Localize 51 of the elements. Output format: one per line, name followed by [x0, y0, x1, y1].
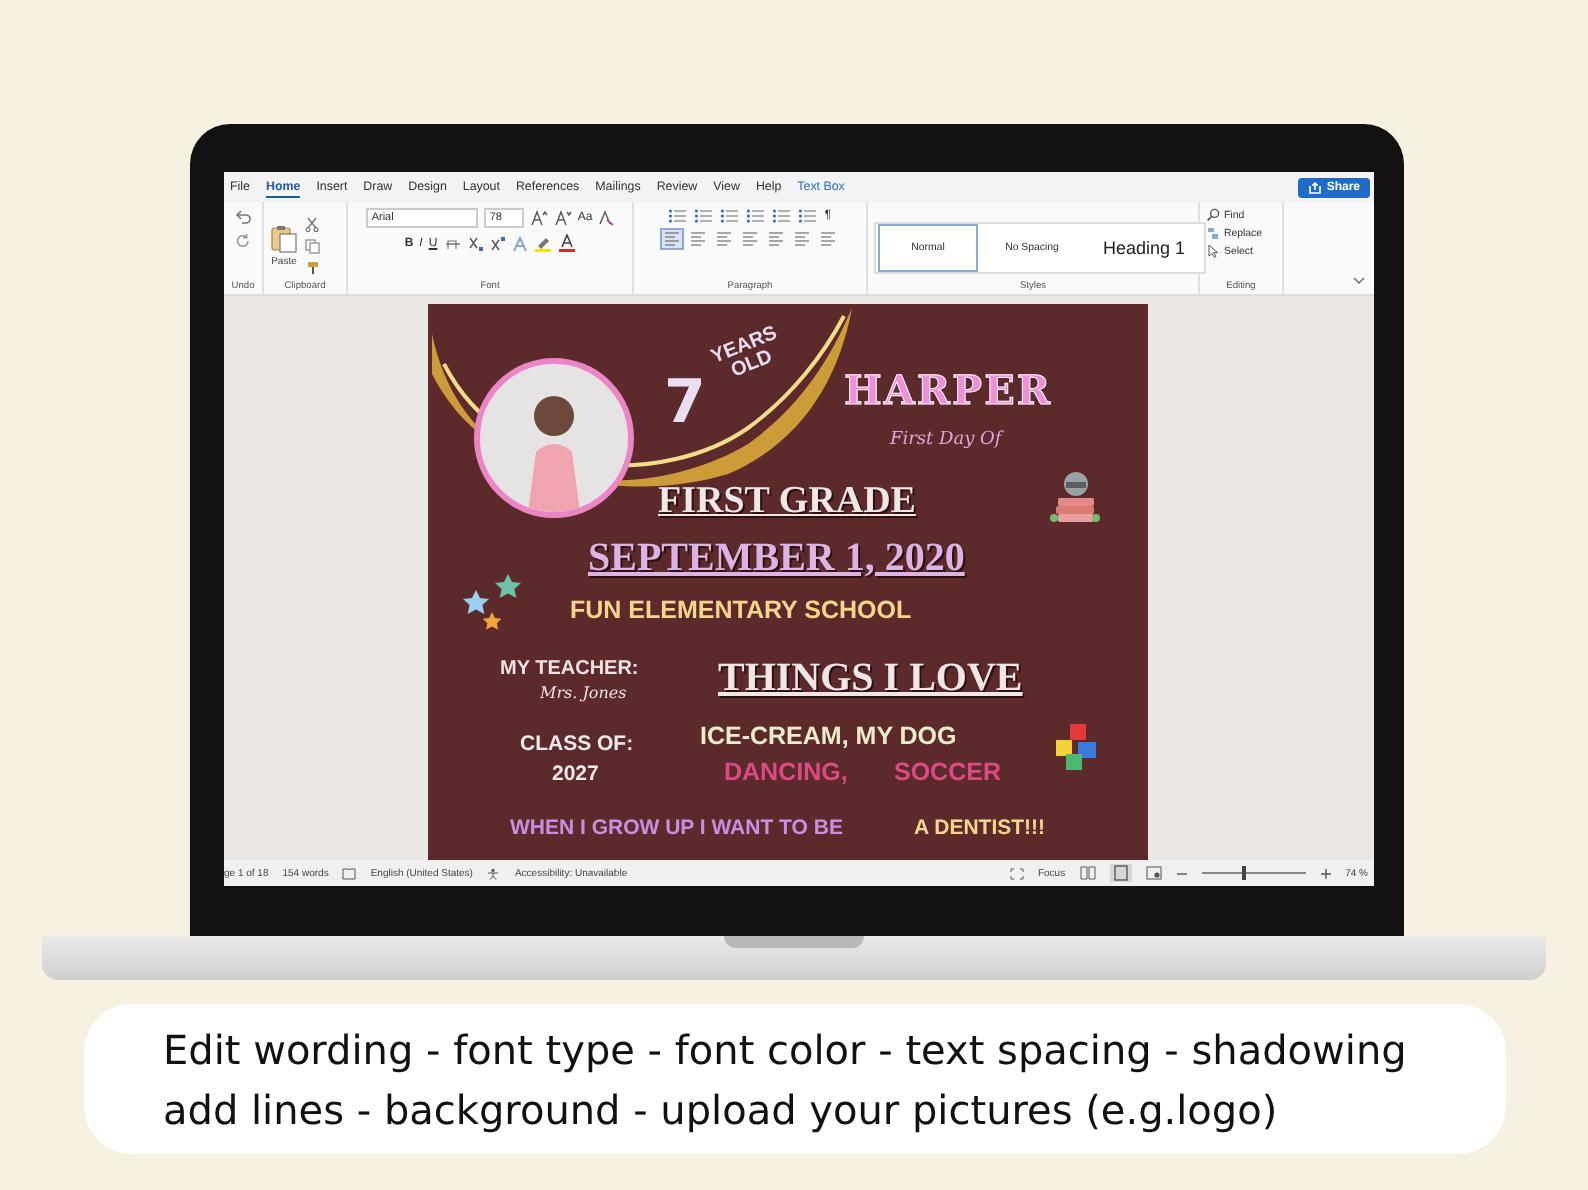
redo-icon[interactable]	[234, 232, 252, 250]
school-name: FUN ELEMENTARY SCHOOL	[570, 596, 912, 624]
hobby-text: DANCING,	[724, 758, 848, 786]
align-left-icon[interactable]	[662, 230, 682, 248]
cut-icon[interactable]	[304, 215, 320, 231]
clipboard-icon	[270, 223, 298, 253]
zoom-slider-thumb[interactable]	[1242, 866, 1247, 880]
paintbrush-icon[interactable]	[304, 259, 320, 275]
puzzle-pieces-icon	[1052, 722, 1100, 774]
grow-font-icon[interactable]	[529, 210, 548, 226]
caption-line: add lines - background - upload your pictures (e.g.logo)	[163, 1083, 1280, 1137]
things-heading: THINGS I LOVE	[718, 656, 1023, 702]
book-icon[interactable]	[342, 867, 357, 879]
grade-heading: FIRST GRADE	[658, 480, 916, 524]
strikethrough-icon[interactable]	[443, 235, 462, 251]
dream-answer: A DENTIST!!!	[914, 816, 1046, 840]
highlighter-icon[interactable]	[533, 234, 552, 252]
undo-icon[interactable]	[234, 208, 252, 226]
date-heading: SEPTEMBER 1, 2020	[588, 536, 965, 582]
chevron-down-icon[interactable]	[1352, 276, 1366, 286]
shrink-font-icon[interactable]	[553, 210, 572, 226]
teacher-name: Mrs. Jones	[540, 684, 627, 702]
bullets-icon[interactable]	[668, 208, 689, 224]
subtitle-text: First Day Of	[890, 430, 1002, 450]
superscript-icon[interactable]	[489, 235, 506, 251]
accessibility-icon[interactable]	[486, 867, 501, 879]
style-option[interactable]: Heading 1	[1086, 223, 1202, 271]
teacher-label: MY TEACHER:	[500, 658, 639, 680]
class-year: 2027	[552, 762, 599, 786]
replace-icon	[1206, 226, 1220, 240]
align-center-icon[interactable]	[688, 230, 708, 248]
print-layout-icon[interactable]	[1109, 864, 1132, 882]
dream-text: WHEN I GROW UP I WANT TO BE	[510, 816, 843, 840]
zoom-in-icon[interactable]	[1319, 867, 1332, 879]
search-icon	[1206, 208, 1220, 222]
clear-format-icon[interactable]	[598, 210, 615, 226]
child-name: HARPER	[844, 366, 1052, 414]
favorite-things-text: ICE-CREAM, MY DOG	[700, 722, 957, 750]
focus-icon[interactable]	[1009, 867, 1024, 879]
class-label: CLASS OF:	[520, 732, 634, 756]
caption-line: Edit wording - font type - font color - text spacing - shadowing	[163, 1023, 1409, 1077]
hobby-text: SOCCER	[894, 758, 1001, 786]
copy-icon[interactable]	[304, 237, 320, 253]
zoom-out-icon[interactable]	[1175, 867, 1188, 879]
share-icon	[1308, 181, 1323, 193]
font-color-icon[interactable]	[557, 234, 576, 252]
web-layout-icon[interactable]	[1145, 866, 1162, 880]
laptop-notch	[724, 936, 864, 948]
subscript-icon[interactable]	[467, 235, 484, 251]
age-number: 7	[664, 368, 706, 438]
read-mode-icon[interactable]	[1079, 866, 1096, 880]
